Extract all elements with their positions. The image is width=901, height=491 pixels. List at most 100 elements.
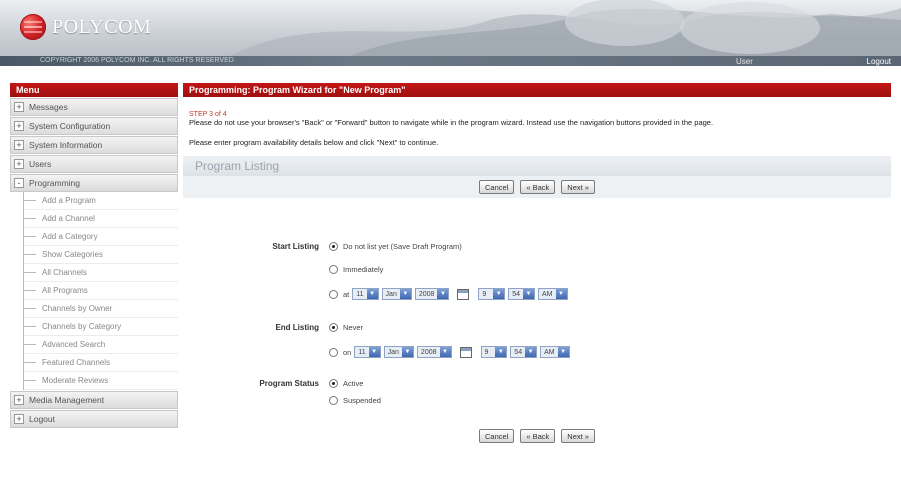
expand-icon[interactable]: +: [14, 414, 24, 424]
dropdown-arrow-icon: ▼: [401, 347, 413, 357]
end-month-select[interactable]: Jan ▼: [383, 346, 414, 358]
menu-title: Menu: [10, 83, 178, 97]
back-button[interactable]: « Back: [520, 429, 556, 443]
submenu-item-add-category[interactable]: Add a Category: [24, 228, 178, 246]
dropdown-arrow-icon: ▼: [525, 347, 537, 357]
sidebar-item-label: System Configuration: [29, 121, 111, 131]
page-title: Programming: Program Wizard for "New Pro…: [183, 83, 891, 97]
start-option-draft[interactable]: Do not list yet (Save Draft Program): [329, 242, 462, 251]
end-ampm-select[interactable]: AM ▼: [540, 346, 570, 358]
end-option-on[interactable]: on 11 ▼ Jan ▼ 2008 ▼ 9 ▼ 54 ▼ AM ▼: [329, 346, 570, 358]
expand-icon[interactable]: +: [14, 140, 24, 150]
cancel-button[interactable]: Cancel: [479, 429, 515, 443]
start-day-select[interactable]: 11 ▼: [352, 288, 379, 300]
sidebar-item-label: Messages: [29, 102, 68, 112]
start-year-select[interactable]: 2008 ▼: [414, 288, 450, 300]
expand-icon[interactable]: +: [14, 102, 24, 112]
programming-submenu: Add a Program Add a Channel Add a Catego…: [23, 192, 178, 390]
sidebar-item-label: Media Management: [29, 395, 105, 405]
status-active-radio[interactable]: [329, 379, 338, 388]
submenu-item-all-channels[interactable]: All Channels: [24, 264, 178, 282]
start-hour-select[interactable]: 9 ▼: [478, 288, 506, 300]
sidebar-item-label: Programming: [29, 178, 81, 188]
submenu-item-advanced-search[interactable]: Advanced Search: [24, 336, 178, 354]
top-button-row: Cancel « Back Next »: [183, 176, 891, 198]
expand-icon[interactable]: +: [14, 121, 24, 131]
sidebar-item-users[interactable]: + Users: [10, 155, 178, 173]
submenu-item-all-programs[interactable]: All Programs: [24, 282, 178, 300]
dropdown-arrow-icon: ▼: [557, 347, 569, 357]
sidebar-item-media-management[interactable]: + Media Management: [10, 391, 178, 409]
polycom-logo: POLYCOM: [20, 14, 151, 40]
copyright-text: COPYRIGHT 2006 POLYCOM INC. ALL RIGHTS R…: [40, 57, 234, 64]
submenu-item-add-channel[interactable]: Add a Channel: [24, 210, 178, 228]
status-option-active[interactable]: Active: [329, 379, 363, 388]
submenu-item-channels-by-owner[interactable]: Channels by Owner: [24, 300, 178, 318]
end-never-radio[interactable]: [329, 323, 338, 332]
end-minute-select[interactable]: 54 ▼: [510, 346, 538, 358]
app-header: POLYCOM COPYRIGHT 2006 POLYCOM INC. ALL …: [0, 0, 901, 66]
next-button[interactable]: Next »: [561, 180, 595, 194]
dropdown-arrow-icon: ▼: [555, 289, 567, 299]
start-ampm-select[interactable]: AM ▼: [538, 288, 568, 300]
next-button[interactable]: Next »: [561, 429, 595, 443]
end-hour-select[interactable]: 9 ▼: [480, 346, 508, 358]
sidebar-item-label: Logout: [29, 414, 55, 424]
polycom-logo-icon: [20, 14, 46, 40]
header-logout-link[interactable]: Logout: [867, 57, 891, 66]
start-at-label: at: [343, 289, 350, 299]
end-never-label: Never: [343, 323, 364, 332]
submenu-item-add-program[interactable]: Add a Program: [24, 192, 178, 210]
collapse-icon[interactable]: -: [14, 178, 24, 188]
calendar-icon[interactable]: [457, 288, 470, 300]
status-option-suspended[interactable]: Suspended: [329, 396, 381, 405]
instruction-text: Please enter program availability detail…: [189, 138, 439, 147]
dropdown-arrow-icon: ▼: [439, 347, 451, 357]
end-option-never[interactable]: Never: [329, 323, 363, 332]
status-active-label: Active: [343, 379, 364, 388]
start-at-radio[interactable]: [329, 289, 338, 299]
sidebar-item-messages[interactable]: + Messages: [10, 98, 178, 116]
wizard-step: STEP 3 of 4: [189, 111, 227, 118]
sidebar-item-programming[interactable]: - Programming: [10, 174, 178, 192]
start-minute-select[interactable]: 54 ▼: [508, 288, 536, 300]
sidebar-item-label: Users: [29, 159, 52, 169]
cancel-button[interactable]: Cancel: [479, 180, 515, 194]
dropdown-arrow-icon: ▼: [368, 347, 380, 357]
status-suspended-radio[interactable]: [329, 396, 338, 405]
status-suspended-label: Suspended: [343, 396, 381, 405]
dropdown-arrow-icon: ▼: [495, 347, 507, 357]
header-bar: COPYRIGHT 2006 POLYCOM INC. ALL RIGHTS R…: [0, 56, 901, 66]
header-banner-image: [230, 0, 901, 56]
back-button[interactable]: « Back: [520, 180, 556, 194]
start-draft-label: Do not list yet (Save Draft Program): [343, 242, 462, 251]
end-year-select[interactable]: 2008 ▼: [416, 346, 452, 358]
start-month-select[interactable]: Jan ▼: [381, 288, 412, 300]
start-immediately-radio[interactable]: [329, 265, 338, 274]
dropdown-arrow-icon: ▼: [437, 289, 449, 299]
submenu-item-show-categories[interactable]: Show Categories: [24, 246, 178, 264]
expand-icon[interactable]: +: [14, 159, 24, 169]
start-option-immediately[interactable]: Immediately: [329, 265, 383, 274]
end-listing-label: End Listing: [275, 323, 319, 332]
bottom-button-row: Cancel « Back Next »: [183, 425, 891, 447]
start-immediately-label: Immediately: [343, 265, 384, 274]
end-on-radio[interactable]: [329, 347, 338, 357]
sidebar-item-system-information[interactable]: + System Information: [10, 136, 178, 154]
start-draft-radio[interactable]: [329, 242, 338, 251]
section-title: Program Listing: [183, 156, 891, 176]
start-option-at[interactable]: at 11 ▼ Jan ▼ 2008 ▼ 9 ▼ 54 ▼ AM ▼: [329, 288, 568, 300]
dropdown-arrow-icon: ▼: [493, 289, 505, 299]
dropdown-arrow-icon: ▼: [399, 289, 411, 299]
sidebar-item-logout[interactable]: + Logout: [10, 410, 178, 428]
sidebar-item-system-configuration[interactable]: + System Configuration: [10, 117, 178, 135]
sidebar-menu: Menu + Messages + System Configuration +…: [10, 83, 178, 491]
submenu-item-channels-by-category[interactable]: Channels by Category: [24, 318, 178, 336]
main-panel: Programming: Program Wizard for "New Pro…: [183, 83, 891, 491]
expand-icon[interactable]: +: [14, 395, 24, 405]
user-label: User: [736, 57, 753, 66]
end-day-select[interactable]: 11 ▼: [354, 346, 381, 358]
calendar-icon[interactable]: [459, 346, 472, 358]
submenu-item-moderate-reviews[interactable]: Moderate Reviews: [24, 372, 178, 390]
submenu-item-featured-channels[interactable]: Featured Channels: [24, 354, 178, 372]
